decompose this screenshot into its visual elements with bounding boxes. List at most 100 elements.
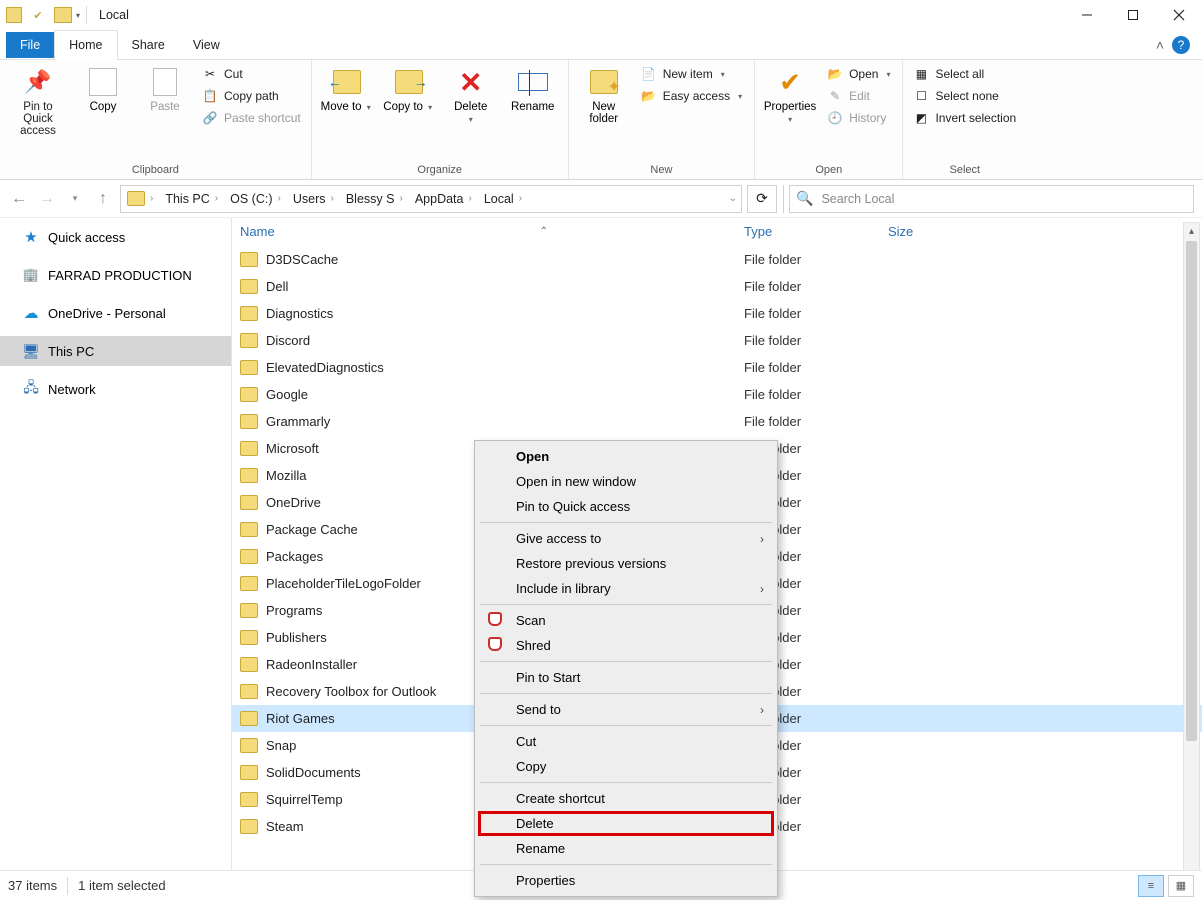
menu-copy[interactable]: Copy xyxy=(478,754,774,779)
file-type: File folder xyxy=(744,387,888,402)
scroll-up-icon[interactable]: ▴ xyxy=(1184,223,1199,239)
history-button[interactable]: 🕘History xyxy=(823,108,896,128)
cut-button[interactable]: ✂Cut xyxy=(198,64,305,84)
sidebar-item[interactable]: ☁OneDrive - Personal xyxy=(0,298,231,328)
menu-pin-to-start[interactable]: Pin to Start xyxy=(478,665,774,690)
up-button[interactable]: ↑ xyxy=(92,188,114,210)
qat-command[interactable] xyxy=(26,3,50,27)
sidebar-item[interactable]: 🏢FARRAD PRODUCTION xyxy=(0,260,231,290)
table-row[interactable]: ElevatedDiagnosticsFile folder xyxy=(232,354,1202,381)
menu-cut[interactable]: Cut xyxy=(478,729,774,754)
ribbon-tabs: File Home Share View ˄ ? xyxy=(0,30,1202,60)
folder-icon xyxy=(240,603,258,618)
file-name: Packages xyxy=(266,549,323,564)
menu-send-to[interactable]: Send to› xyxy=(478,697,774,722)
nav-sidebar: ★Quick access 🏢FARRAD PRODUCTION ☁OneDrive… xyxy=(0,218,232,890)
table-row[interactable]: DiagnosticsFile folder xyxy=(232,300,1202,327)
breadcrumb[interactable]: OS (C:) › xyxy=(224,192,287,206)
easy-access-button[interactable]: 📂Easy access▾ xyxy=(637,86,748,106)
breadcrumb[interactable]: Blessy S › xyxy=(340,192,409,206)
sidebar-item[interactable]: 🖧Network xyxy=(0,374,231,404)
menu-open-new-window[interactable]: Open in new window xyxy=(478,469,774,494)
menu-shred[interactable]: Shred xyxy=(478,633,774,658)
chevron-down-icon[interactable]: ⌄ xyxy=(729,193,737,204)
paste-button[interactable]: Paste xyxy=(136,62,194,113)
folder-icon xyxy=(240,522,258,537)
menu-restore-previous[interactable]: Restore previous versions xyxy=(478,551,774,576)
new-item-button[interactable]: 📄New item▾ xyxy=(637,64,748,84)
help-button[interactable]: ? xyxy=(1172,36,1190,54)
open-button[interactable]: 📂Open▾ xyxy=(823,64,896,84)
ribbon-group-clipboard: 📌 Pin to Quick access Copy Paste ✂Cut 📋C… xyxy=(0,60,312,179)
file-name: Discord xyxy=(266,333,310,348)
scroll-thumb[interactable] xyxy=(1186,241,1197,741)
sidebar-item[interactable]: ★Quick access xyxy=(0,222,231,252)
edit-button[interactable]: ✎Edit xyxy=(823,86,896,106)
select-all-button[interactable]: ▦Select all xyxy=(909,64,1020,84)
select-none-button[interactable]: ☐Select none xyxy=(909,86,1020,106)
collapse-ribbon-button[interactable]: ˄ xyxy=(1156,37,1164,53)
menu-rename[interactable]: Rename xyxy=(478,836,774,861)
tab-share[interactable]: Share xyxy=(118,30,179,60)
quick-access-toolbar: ▾ xyxy=(6,3,80,27)
breadcrumb[interactable]: Users › xyxy=(287,192,340,206)
col-size[interactable]: Size xyxy=(888,224,968,239)
menu-properties[interactable]: Properties xyxy=(478,868,774,893)
properties-button[interactable]: ✔ Properties▾ xyxy=(761,62,819,125)
menu-delete[interactable]: Delete xyxy=(478,811,774,836)
file-name: Diagnostics xyxy=(266,306,333,321)
menu-give-access-to[interactable]: Give access to› xyxy=(478,526,774,551)
paste-shortcut-button[interactable]: 🔗Paste shortcut xyxy=(198,108,305,128)
vertical-scrollbar[interactable]: ▴ ▾ xyxy=(1183,222,1200,882)
invert-selection-button[interactable]: ◩Invert selection xyxy=(909,108,1020,128)
window-title: Local xyxy=(99,8,129,22)
delete-button[interactable]: ✕ Delete▾ xyxy=(442,62,500,125)
menu-create-shortcut[interactable]: Create shortcut xyxy=(478,786,774,811)
table-row[interactable]: DiscordFile folder xyxy=(232,327,1202,354)
close-button[interactable] xyxy=(1156,0,1202,30)
menu-pin-quick-access[interactable]: Pin to Quick access xyxy=(478,494,774,519)
menu-open[interactable]: Open xyxy=(478,444,774,469)
menu-include-in-library[interactable]: Include in library› xyxy=(478,576,774,601)
copy-path-button[interactable]: 📋Copy path xyxy=(198,86,305,106)
recent-locations-button[interactable]: ▾ xyxy=(64,188,86,210)
tab-home[interactable]: Home xyxy=(54,30,117,60)
breadcrumb[interactable]: Local › xyxy=(478,192,528,206)
breadcrumb[interactable]: This PC › xyxy=(159,192,224,206)
qat-dropdown[interactable]: ▾ xyxy=(76,11,80,20)
file-name: ElevatedDiagnostics xyxy=(266,360,384,375)
group-label: Open xyxy=(761,163,896,177)
new-folder-button[interactable]: ✦ New folder xyxy=(575,62,633,125)
search-input[interactable]: 🔍 Search Local xyxy=(789,185,1194,213)
col-type[interactable]: Type xyxy=(744,224,888,239)
details-view-button[interactable]: ≡ xyxy=(1138,875,1164,897)
pin-icon: 📌 xyxy=(22,66,54,98)
thumbnails-view-button[interactable]: ▦ xyxy=(1168,875,1194,897)
col-name[interactable]: Name⌃ xyxy=(240,224,560,239)
chevron-right-icon: › xyxy=(760,703,764,717)
address-bar[interactable]: › This PC › OS (C:) › Users › Blessy S ›… xyxy=(120,185,742,213)
table-row[interactable]: D3DSCacheFile folder xyxy=(232,246,1202,273)
rename-button[interactable]: Rename xyxy=(504,62,562,113)
titlebar: ▾ Local xyxy=(0,0,1202,30)
copy-to-button[interactable]: → Copy to ▾ xyxy=(380,62,438,113)
table-row[interactable]: DellFile folder xyxy=(232,273,1202,300)
forward-button[interactable]: → xyxy=(36,188,58,210)
minimize-button[interactable] xyxy=(1064,0,1110,30)
copy-button[interactable]: Copy xyxy=(74,62,132,113)
pin-to-quick-access-button[interactable]: 📌 Pin to Quick access xyxy=(6,62,70,137)
file-name: Snap xyxy=(266,738,296,753)
move-to-button[interactable]: ← Move to ▾ xyxy=(318,62,376,113)
tab-file[interactable]: File xyxy=(6,32,54,58)
table-row[interactable]: GrammarlyFile folder xyxy=(232,408,1202,435)
breadcrumb[interactable]: AppData › xyxy=(409,192,478,206)
menu-scan[interactable]: Scan xyxy=(478,608,774,633)
back-button[interactable]: ← xyxy=(8,188,30,210)
tab-view[interactable]: View xyxy=(179,30,234,60)
maximize-button[interactable] xyxy=(1110,0,1156,30)
table-row[interactable]: GoogleFile folder xyxy=(232,381,1202,408)
folder-icon xyxy=(6,7,22,23)
sidebar-item[interactable]: 🖥This PC xyxy=(0,336,231,366)
refresh-button[interactable]: ⟳ xyxy=(747,185,777,213)
context-menu: Open Open in new window Pin to Quick acc… xyxy=(474,440,778,897)
